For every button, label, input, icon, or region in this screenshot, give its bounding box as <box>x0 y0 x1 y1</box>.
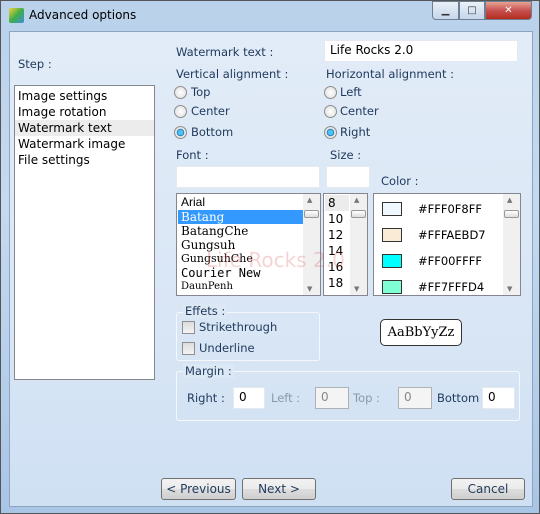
font-label: Font : <box>176 148 209 162</box>
color-item[interactable]: #FF00FFFF <box>374 248 520 274</box>
close-button[interactable]: ✕ <box>485 1 532 20</box>
color-item[interactable]: #FF7FFFD4 <box>374 274 520 295</box>
margin-right-label: Right : <box>187 391 225 405</box>
radio-top[interactable] <box>174 86 187 99</box>
margin-label: Margin : <box>183 364 234 378</box>
color-name: #FF00FFFF <box>418 254 482 268</box>
cancel-button[interactable]: Cancel <box>451 478 525 500</box>
font-item[interactable]: BatangChe <box>178 224 319 238</box>
size-list-scrollbar[interactable]: ▲ ▼ <box>350 194 367 295</box>
advanced-options-window: Advanced options ▁ □ ✕ Step : Image sett… <box>0 0 540 514</box>
radio-center-vertical[interactable] <box>174 105 187 118</box>
font-list-scrollbar[interactable]: ▲ ▼ <box>303 194 320 295</box>
color-name: #FFFAEBD7 <box>418 228 486 242</box>
step-list[interactable]: Image settings Image rotation Watermark … <box>14 85 155 380</box>
watermark-text-label: Watermark text : <box>176 45 274 59</box>
step-label: Step : <box>18 57 52 71</box>
step-item[interactable]: Watermark image <box>15 136 154 152</box>
font-input[interactable] <box>176 166 320 188</box>
color-list[interactable]: #FFF0F8FF #FFFAEBD7 #FF00FFFF #FF7FFFD4 ▲ ▼ <box>373 193 521 296</box>
next-button[interactable]: Next > <box>242 478 316 500</box>
minimize-button[interactable]: ▁ <box>432 1 459 20</box>
underline-checkbox[interactable] <box>182 342 195 355</box>
margin-bottom-input[interactable]: 0 <box>482 387 515 409</box>
watermark-text-input[interactable]: Life Rocks 2.0 <box>324 40 518 62</box>
maximize-button[interactable]: □ <box>459 1 485 20</box>
margin-top-input[interactable]: 0 <box>398 387 432 409</box>
margin-top-label: Top : <box>353 391 380 405</box>
window-title: Advanced options <box>29 8 137 22</box>
underline-label[interactable]: Underline <box>199 341 255 355</box>
color-swatch <box>382 254 402 268</box>
color-swatch <box>382 280 402 294</box>
font-item[interactable]: DaunPenh <box>178 280 319 294</box>
effects-label: Effets : <box>183 304 228 318</box>
radio-center-horizontal[interactable] <box>324 105 337 118</box>
color-list-scrollbar[interactable]: ▲ ▼ <box>503 194 520 295</box>
step-item[interactable]: Image settings <box>15 88 154 104</box>
color-label: Color : <box>381 174 419 188</box>
font-preview: AaBbYyZz <box>380 319 462 346</box>
color-name: #FF7FFFD4 <box>418 280 485 294</box>
margin-bottom-label: Bottom <box>437 391 480 405</box>
strikethrough-label[interactable]: Strikethrough <box>199 320 277 334</box>
radio-right[interactable] <box>324 126 337 139</box>
color-item[interactable]: #FFFAEBD7 <box>374 222 520 248</box>
radio-left[interactable] <box>324 86 337 99</box>
size-label: Size : <box>330 148 362 162</box>
color-swatch <box>382 202 402 216</box>
radio-center-horizontal-label[interactable]: Center <box>340 104 379 118</box>
step-item[interactable]: Image rotation <box>15 104 154 120</box>
size-item-selected[interactable]: 8 <box>325 195 349 211</box>
step-item-selected[interactable]: Watermark text <box>15 120 154 136</box>
radio-right-label[interactable]: Right <box>340 125 370 139</box>
horizontal-alignment-label: Horizontal alignment : <box>326 67 455 81</box>
radio-center-vertical-label[interactable]: Center <box>191 104 230 118</box>
vertical-alignment-label: Vertical alignment : <box>176 67 289 81</box>
app-icon <box>9 8 24 23</box>
color-name: #FFF0F8FF <box>418 202 482 216</box>
radio-top-label[interactable]: Top <box>191 85 210 99</box>
margin-left-label: Left : <box>271 391 301 405</box>
margin-left-input[interactable]: 0 <box>315 387 349 409</box>
step-item[interactable]: File settings <box>15 152 154 168</box>
strikethrough-checkbox[interactable] <box>182 321 195 334</box>
radio-left-label[interactable]: Left <box>340 85 362 99</box>
radio-bottom[interactable] <box>174 126 187 139</box>
watermark-preview-overlay: Life Rocks 2.0 <box>206 248 345 272</box>
size-list[interactable]: 8 10 12 14 16 18 ▲ ▼ <box>323 193 368 296</box>
color-swatch <box>382 228 402 242</box>
font-list[interactable]: Arial Batang BatangChe Gungsuh GungsuhCh… <box>176 193 321 296</box>
radio-bottom-label[interactable]: Bottom <box>191 125 233 139</box>
previous-button[interactable]: < Previous <box>161 478 236 500</box>
margin-right-input[interactable]: 0 <box>233 387 265 409</box>
font-item-selected[interactable]: Batang <box>178 210 304 224</box>
color-item[interactable]: #FFF0F8FF <box>374 196 520 222</box>
font-item[interactable]: Arial <box>178 195 319 210</box>
size-input[interactable] <box>326 166 370 188</box>
